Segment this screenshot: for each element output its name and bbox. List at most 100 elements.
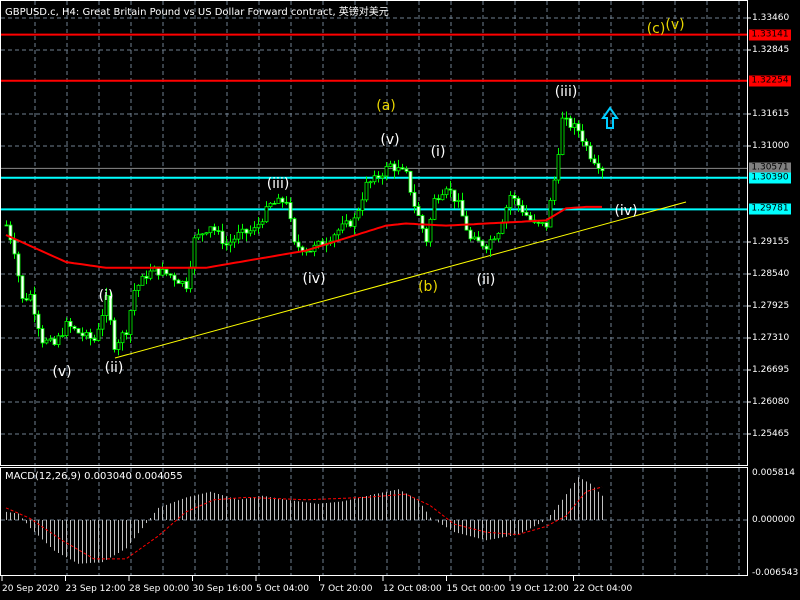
- candle-bear: [460, 199, 465, 217]
- candle-bear: [20, 275, 25, 299]
- candle-bear: [4, 224, 9, 227]
- candle-bull: [548, 200, 553, 228]
- level-tag-support: 1.30390: [749, 172, 791, 184]
- price-tick-label: 1.33460: [752, 13, 790, 23]
- price-tick-label: 1.28540: [752, 269, 790, 279]
- price-tick-label: 1.29155: [752, 237, 790, 247]
- candle-bull: [572, 123, 577, 128]
- candle-bear: [172, 274, 177, 281]
- candle-bull: [508, 194, 513, 208]
- price-tick-label: 1.26080: [752, 397, 790, 407]
- candle-bear: [76, 328, 81, 334]
- price-tick-label: 1.27925: [752, 301, 790, 311]
- price-tick-label: 1.32845: [752, 45, 790, 55]
- candle-bear: [512, 194, 517, 199]
- macd-tick-label: -0.006543: [752, 568, 799, 578]
- candle-bull: [388, 163, 393, 167]
- candle-bear: [32, 294, 37, 315]
- candle-bull: [352, 217, 357, 227]
- price-tick-label: 1.27310: [752, 333, 790, 343]
- candle-bull: [240, 228, 245, 233]
- candle-bull: [356, 210, 361, 219]
- candle-bull: [360, 199, 365, 211]
- price-tick-label: 1.31615: [752, 109, 790, 119]
- candle-bull: [260, 221, 265, 225]
- candle-bull: [440, 194, 445, 201]
- candle-bear: [348, 220, 353, 227]
- candle-bull: [556, 154, 561, 181]
- candle-bull: [96, 328, 101, 341]
- candle-bear: [592, 158, 597, 164]
- wave-label: (ii): [476, 272, 496, 288]
- candle-bear: [528, 214, 533, 221]
- candle-bear: [476, 236, 481, 242]
- candle-bull: [380, 175, 385, 179]
- candle-bull: [444, 188, 449, 196]
- candle-bear: [168, 273, 173, 276]
- candle-bear: [284, 201, 289, 204]
- candle-bull: [28, 294, 33, 301]
- candle-bear: [280, 197, 285, 203]
- candle-bear: [80, 332, 85, 337]
- candle-bear: [68, 320, 73, 327]
- candle-bear: [524, 211, 529, 216]
- candle-bear: [452, 189, 457, 202]
- candle-bull: [148, 270, 153, 279]
- candle-bear: [296, 241, 301, 248]
- candle-bear: [424, 228, 429, 243]
- candle-bull: [488, 239, 493, 250]
- candle-bull: [368, 181, 373, 184]
- candle-bull: [344, 220, 349, 225]
- candle-bull: [200, 233, 205, 236]
- candle-bull: [560, 117, 565, 155]
- trendline: [114, 201, 687, 359]
- macd-title: MACD(12,26,9) 0.003040 0.004055: [5, 471, 183, 482]
- candle-bear: [536, 221, 541, 224]
- time-tick-label: 30 Sep 16:00: [192, 584, 253, 594]
- candle-bear: [24, 298, 29, 301]
- candle-bull: [136, 284, 141, 291]
- candle-bull: [120, 332, 125, 344]
- wave-label: (i): [430, 144, 446, 160]
- candle-bull: [336, 229, 341, 236]
- candle-bear: [88, 332, 93, 339]
- candle-bear: [564, 117, 569, 120]
- candle-bull: [432, 198, 437, 220]
- candle-bear: [112, 319, 117, 350]
- candle-bear: [124, 332, 129, 336]
- candle-bear: [292, 218, 297, 243]
- candle-bull: [100, 315, 105, 330]
- candle-bear: [516, 197, 521, 206]
- price-tick-label: 1.26695: [752, 365, 790, 375]
- candle-bull: [396, 167, 401, 172]
- wave-label: (b): [418, 279, 438, 295]
- moving-average-line: [5, 205, 602, 269]
- candle-bull: [48, 338, 53, 341]
- candle-bull: [332, 234, 337, 242]
- candle-bull: [252, 227, 257, 232]
- time-tick-label: 23 Sep 12:00: [65, 584, 126, 594]
- candle-bear: [40, 328, 45, 344]
- candle-bear: [176, 279, 181, 284]
- candle-bull: [256, 223, 261, 229]
- candle-bull: [84, 332, 89, 337]
- candle-bull: [64, 320, 69, 337]
- candle-bear: [72, 326, 77, 329]
- candle-bear: [164, 269, 169, 275]
- time-tick-label: 28 Sep 00:00: [129, 584, 190, 594]
- candle-bear: [392, 163, 397, 172]
- candle-bear: [184, 280, 189, 290]
- candle-bear: [212, 226, 217, 231]
- level-tag-resistance: 1.32254: [749, 75, 791, 87]
- wave-label: (iv): [302, 271, 326, 287]
- macd-tick-label: 0.005814: [752, 468, 795, 478]
- candle-bull: [196, 233, 201, 239]
- time-tick-label: 12 Oct 08:00: [383, 584, 442, 594]
- time-tick-label: 5 Oct 04:00: [256, 584, 309, 594]
- candle-bull: [180, 280, 185, 284]
- candle-bear: [436, 198, 441, 201]
- candle-bull: [188, 266, 193, 290]
- candle-bear: [244, 228, 249, 234]
- candle-bear: [220, 230, 225, 244]
- price-chart[interactable]: [0, 0, 800, 600]
